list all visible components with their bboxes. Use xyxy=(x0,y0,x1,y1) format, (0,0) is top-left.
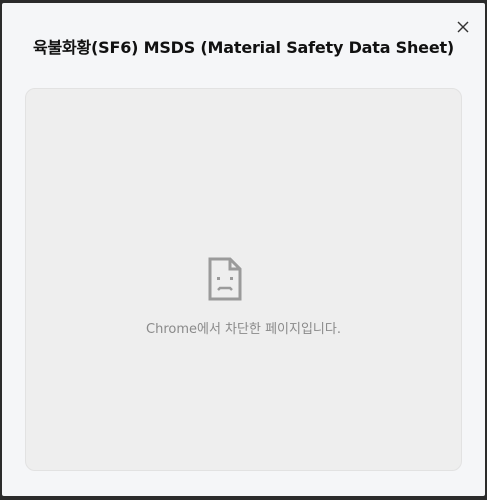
sad-page-icon xyxy=(208,257,242,301)
backdrop-edge xyxy=(0,496,487,500)
blocked-page-message: Chrome에서 차단한 페이지입니다. xyxy=(146,322,341,337)
embedded-document-frame: Chrome에서 차단한 페이지입니다. xyxy=(25,88,462,471)
msds-modal: 육불화황(SF6) MSDS (Material Safety Data She… xyxy=(2,3,485,496)
modal-title: 육불화황(SF6) MSDS (Material Safety Data She… xyxy=(32,38,455,57)
close-icon[interactable] xyxy=(457,21,469,33)
